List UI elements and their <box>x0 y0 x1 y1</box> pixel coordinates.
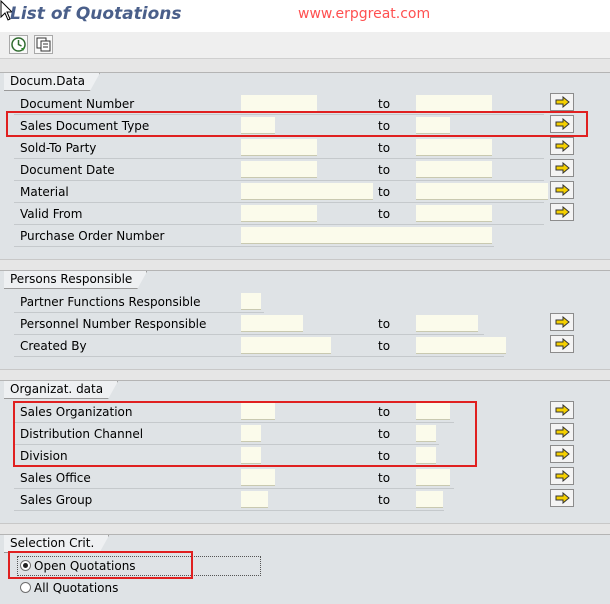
material-multiple-selection-button[interactable] <box>550 181 574 199</box>
arrow-right-icon <box>555 96 570 108</box>
to-label: to <box>378 339 391 353</box>
distribution-channel-multiple-selection-button[interactable] <box>550 423 574 441</box>
sold-to-party-label: Sold-To Party <box>20 141 97 155</box>
arrow-right-icon <box>555 316 570 328</box>
personnel-number-responsible-from-input[interactable] <box>241 315 303 332</box>
organizational-data-tab: Organizat. data <box>4 381 118 399</box>
to-label: to <box>378 163 391 177</box>
purchase-order-number-input[interactable] <box>241 227 492 244</box>
material-label: Material <box>20 185 69 199</box>
personnel-number-responsible-to-input[interactable] <box>416 315 478 332</box>
arrow-right-icon <box>555 162 570 174</box>
to-label: to <box>378 207 391 221</box>
sales-group-from-input[interactable] <box>241 491 268 508</box>
execute-icon <box>11 37 26 52</box>
to-label: to <box>378 493 391 507</box>
title-bar: List of Quotations www.erpgreat.com <box>0 0 610 32</box>
purchase-order-number-label: Purchase Order Number <box>20 229 165 243</box>
arrow-right-icon <box>555 140 570 152</box>
personnel-number-multiple-selection-button[interactable] <box>550 313 574 331</box>
persons-responsible-panel: Persons Responsible Partner Functions Re… <box>0 270 610 370</box>
personnel-number-responsible-label: Personnel Number Responsible <box>20 317 207 331</box>
arrow-right-icon <box>555 184 570 196</box>
valid-from-label: Valid From <box>20 207 83 221</box>
application-toolbar <box>0 32 610 59</box>
docum-data-tab: Docum.Data <box>4 73 100 91</box>
sold-to-party-from-input[interactable] <box>241 139 317 156</box>
document-number-multiple-selection-button[interactable] <box>550 93 574 111</box>
sales-organization-multiple-selection-button[interactable] <box>550 401 574 419</box>
arrow-right-icon <box>555 448 570 460</box>
division-multiple-selection-button[interactable] <box>550 445 574 463</box>
document-number-to-input[interactable] <box>416 95 492 112</box>
sold-to-party-to-input[interactable] <box>416 139 492 156</box>
sales-office-from-input[interactable] <box>241 469 275 486</box>
valid-from-to-input[interactable] <box>416 205 492 222</box>
all-quotations-radio[interactable] <box>20 582 31 593</box>
created-by-from-input[interactable] <box>241 337 331 354</box>
document-date-multiple-selection-button[interactable] <box>550 159 574 177</box>
document-date-from-input[interactable] <box>241 161 317 178</box>
created-by-multiple-selection-button[interactable] <box>550 335 574 353</box>
created-by-label: Created By <box>20 339 87 353</box>
sold-to-party-multiple-selection-button[interactable] <box>550 137 574 155</box>
arrow-right-icon <box>555 338 570 350</box>
arrow-right-icon <box>555 426 570 438</box>
sales-group-label: Sales Group <box>20 493 93 507</box>
execute-button[interactable] <box>9 35 28 54</box>
created-by-to-input[interactable] <box>416 337 506 354</box>
sales-group-multiple-selection-button[interactable] <box>550 489 574 507</box>
highlight-org-fields <box>13 401 477 467</box>
to-label: to <box>378 97 391 111</box>
docum-data-panel: Docum.Data Document Number to Sales Docu… <box>0 72 610 260</box>
document-number-from-input[interactable] <box>241 95 317 112</box>
material-to-input[interactable] <box>416 183 548 200</box>
arrow-right-icon <box>555 206 570 218</box>
partner-functions-responsible-label: Partner Functions Responsible <box>20 295 201 309</box>
sales-office-multiple-selection-button[interactable] <box>550 467 574 485</box>
to-label: to <box>378 141 391 155</box>
valid-from-from-input[interactable] <box>241 205 317 222</box>
to-label: to <box>378 185 391 199</box>
persons-responsible-tab: Persons Responsible <box>4 271 147 289</box>
page-title: List of Quotations <box>10 4 182 24</box>
to-label: to <box>378 471 391 485</box>
highlight-open-quotations <box>8 551 193 579</box>
highlight-sales-document-type <box>6 111 588 137</box>
get-variant-button[interactable] <box>34 35 53 54</box>
arrow-right-icon <box>555 492 570 504</box>
arrow-right-icon <box>555 404 570 416</box>
material-from-input[interactable] <box>241 183 373 200</box>
sales-office-to-input[interactable] <box>416 469 450 486</box>
sales-office-label: Sales Office <box>20 471 91 485</box>
sales-group-to-input[interactable] <box>416 491 443 508</box>
get-variant-icon <box>36 37 51 52</box>
document-date-to-input[interactable] <box>416 161 492 178</box>
all-quotations-label: All Quotations <box>34 581 119 595</box>
to-label: to <box>378 317 391 331</box>
arrow-right-icon <box>555 470 570 482</box>
valid-from-multiple-selection-button[interactable] <box>550 203 574 221</box>
watermark: www.erpgreat.com <box>298 6 431 22</box>
document-number-label: Document Number <box>20 97 135 111</box>
partner-functions-responsible-input[interactable] <box>241 293 261 310</box>
document-date-label: Document Date <box>20 163 115 177</box>
